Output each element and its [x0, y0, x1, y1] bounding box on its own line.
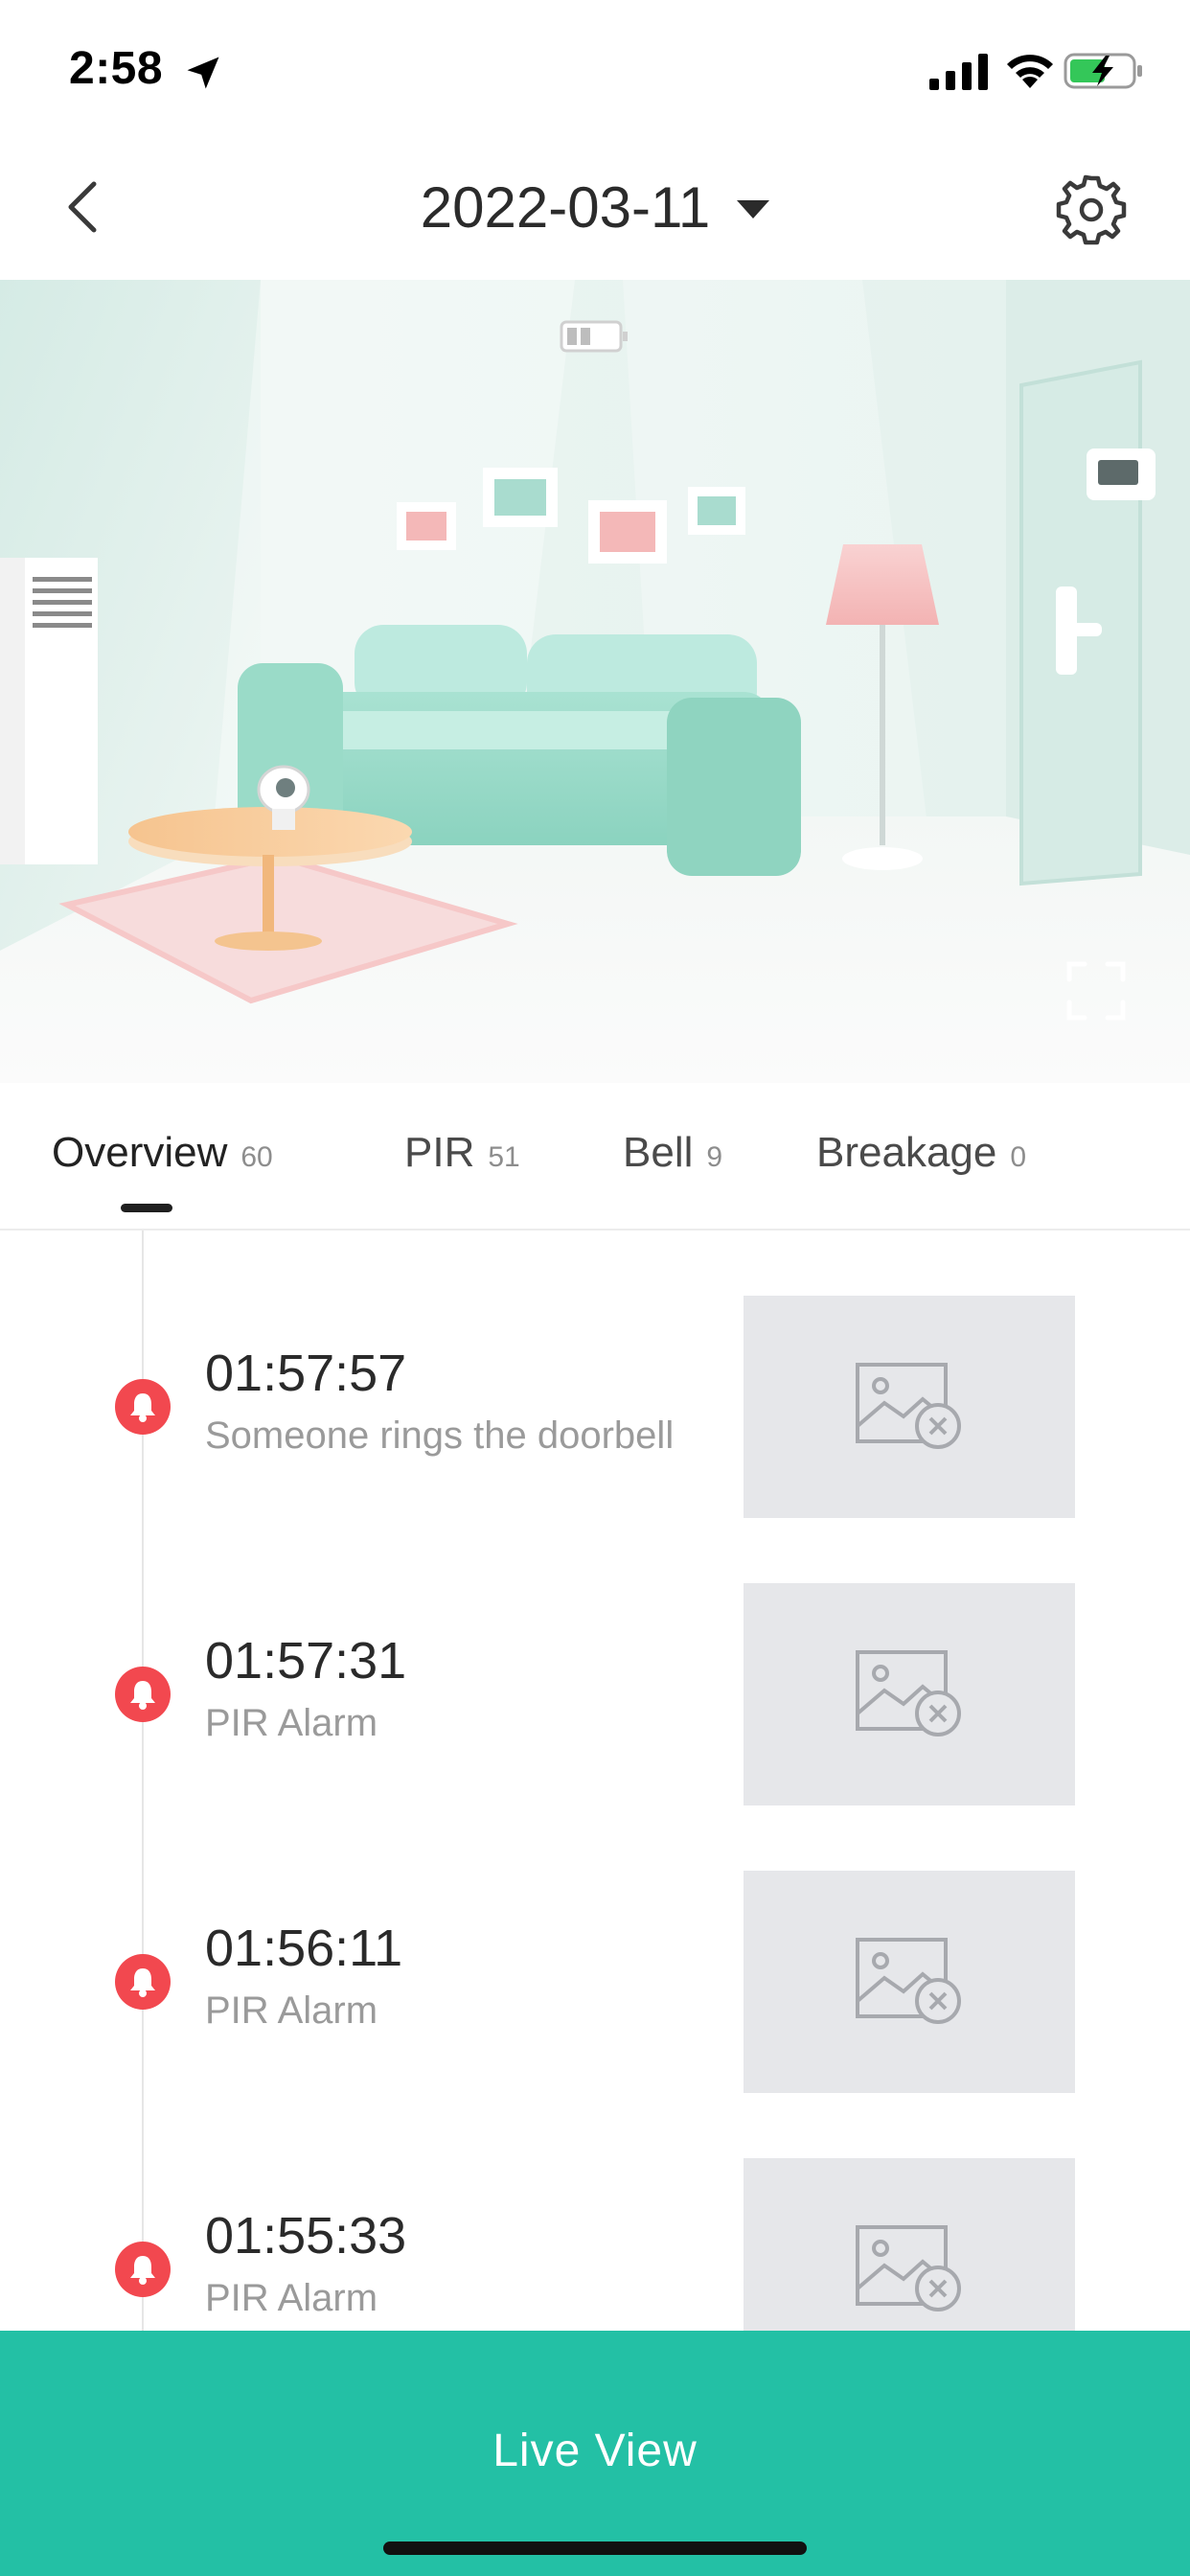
date-picker[interactable]: 2022-03-11 [0, 174, 1190, 241]
event-thumbnail[interactable] [744, 2158, 1075, 2331]
event-description: PIR Alarm [205, 1702, 378, 1744]
event-description: PIR Alarm [205, 2277, 378, 2319]
list-item[interactable]: 01:57:31 PIR Alarm [0, 1583, 1190, 1806]
tab-pir[interactable]: PIR 51 [404, 1129, 520, 1177]
tab-label: Bell [623, 1129, 694, 1176]
event-tabs: Overview 60 PIR 51 Bell 9 Breakage 0 [0, 1083, 1190, 1230]
tab-breakage[interactable]: Breakage 0 [816, 1129, 1026, 1177]
tab-count: 60 [240, 1141, 273, 1173]
list-item[interactable]: 01:55:33 PIR Alarm [0, 2158, 1190, 2331]
live-view-button[interactable]: Live View [0, 2331, 1190, 2576]
home-indicator [383, 2542, 807, 2555]
event-time: 01:56:11 [205, 1920, 403, 1977]
bell-icon [115, 1954, 171, 2010]
tab-overview[interactable]: Overview 60 [52, 1129, 273, 1177]
battery-charging-icon [1064, 53, 1142, 89]
tab-bell[interactable]: Bell 9 [623, 1129, 722, 1177]
dropdown-caret-icon [737, 200, 770, 218]
image-unavailable-icon [856, 1363, 961, 1449]
tab-count: 9 [706, 1141, 723, 1173]
gear-icon[interactable] [1054, 172, 1129, 247]
tab-label: Overview [52, 1129, 228, 1176]
date-label: 2022-03-11 [420, 175, 711, 240]
wifi-icon [1007, 55, 1053, 88]
location-arrow-icon [187, 57, 219, 89]
event-thumbnail[interactable] [744, 1583, 1075, 1806]
camera-preview [0, 280, 1190, 1083]
live-view-label: Live View [492, 2426, 698, 2476]
active-tab-indicator [121, 1204, 172, 1212]
event-time: 01:57:57 [205, 1345, 407, 1402]
image-unavailable-icon [856, 2225, 961, 2312]
event-time: 01:57:31 [205, 1632, 407, 1690]
bell-icon [115, 2242, 171, 2297]
tab-label: PIR [404, 1129, 475, 1176]
list-item[interactable]: 01:56:11 PIR Alarm [0, 1871, 1190, 2093]
list-item[interactable]: 01:57:57 Someone rings the doorbell [0, 1296, 1190, 1518]
image-unavailable-icon [856, 1650, 961, 1736]
event-thumbnail[interactable] [744, 1296, 1075, 1518]
tab-count: 0 [1010, 1141, 1027, 1173]
bell-icon [115, 1379, 171, 1435]
status-time: 2:58 [69, 43, 164, 94]
event-thumbnail[interactable] [744, 1871, 1075, 2093]
event-description: PIR Alarm [205, 1990, 378, 2032]
living-room-illustration [0, 280, 1190, 1083]
tab-label: Breakage [816, 1129, 997, 1176]
event-description: Someone rings the doorbell [205, 1414, 675, 1457]
event-list[interactable]: 01:57:57 Someone rings the doorbell 01:5… [0, 1230, 1190, 2331]
fullscreen-icon[interactable] [1065, 960, 1127, 1022]
signal-icon [929, 54, 988, 90]
event-time: 01:55:33 [205, 2207, 407, 2265]
bell-icon [115, 1667, 171, 1722]
camera-battery-icon [560, 320, 628, 353]
tab-count: 51 [488, 1141, 520, 1173]
image-unavailable-icon [856, 1938, 961, 2024]
